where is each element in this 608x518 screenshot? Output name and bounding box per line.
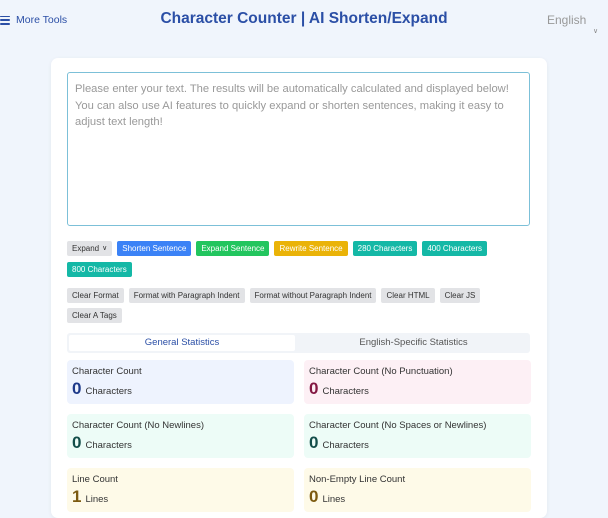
stat-unit: Characters <box>85 386 132 397</box>
ai-button-row: Expand ∨ Shorten Sentence Expand Sentenc… <box>67 241 488 256</box>
main-card: Expand ∨ Shorten Sentence Expand Sentenc… <box>51 58 547 518</box>
stat-label: Character Count <box>72 366 142 377</box>
stat-value: 0 <box>309 379 319 398</box>
statistics-tabs: General Statistics English-Specific Stat… <box>67 333 530 353</box>
stat-character-count: Character Count 0 Characters <box>67 360 294 404</box>
expand-sentence-button[interactable]: Expand Sentence <box>196 241 270 256</box>
stat-character-count-no-newlines: Character Count (No Newlines) 0 Character… <box>67 414 294 458</box>
stat-value: 1 <box>72 487 82 506</box>
rewrite-sentence-button[interactable]: Rewrite Sentence <box>274 241 348 256</box>
stat-value: 0 <box>72 433 82 452</box>
clear-js-button[interactable]: Clear JS <box>439 288 481 303</box>
chevron-down-icon: ∨ <box>102 245 108 252</box>
400-characters-button[interactable]: 400 Characters <box>422 241 488 256</box>
clear-html-button[interactable]: Clear HTML <box>381 288 435 303</box>
stat-non-empty-line-count: Non-Empty Line Count 0 Lines <box>304 468 531 512</box>
ai-button-row-2: 800 Characters <box>67 262 132 277</box>
stat-character-count-no-spaces: Character Count (No Spaces or Newlines) … <box>304 414 531 458</box>
ai-mode-select[interactable]: Expand ∨ <box>67 241 113 256</box>
top-bar: More Tools Character Counter | AI Shorte… <box>0 0 608 42</box>
stat-character-count-no-punctuation: Character Count (No Punctuation) 0 Charac… <box>304 360 531 404</box>
stat-unit: Characters <box>322 386 369 397</box>
280-characters-button[interactable]: 280 Characters <box>352 241 418 256</box>
format-indent-button[interactable]: Format with Paragraph Indent <box>128 288 245 303</box>
tab-general-statistics[interactable]: General Statistics <box>69 335 295 351</box>
page-title: Character Counter | AI Shorten/Expand <box>160 10 448 27</box>
format-button-row: Clear Format Format with Paragraph Inden… <box>67 288 481 303</box>
stat-label: Line Count <box>72 474 118 485</box>
stat-unit: Lines <box>322 494 346 505</box>
clear-format-button[interactable]: Clear Format <box>67 288 124 303</box>
stat-label: Non-Empty Line Count <box>309 474 406 485</box>
ai-mode-label: Expand <box>72 244 100 253</box>
stat-value: 0 <box>309 433 319 452</box>
stat-line-count: Line Count 1 Lines <box>67 468 294 512</box>
stat-unit: Characters <box>85 440 132 451</box>
stat-unit: Characters <box>322 440 369 451</box>
stat-label: Character Count (No Newlines) <box>72 420 204 431</box>
stat-label: Character Count (No Punctuation) <box>309 366 453 377</box>
stat-value: 0 <box>72 379 82 398</box>
800-characters-button[interactable]: 800 Characters <box>67 262 132 277</box>
chevron-down-icon[interactable]: ∨ <box>593 27 598 35</box>
format-no-indent-button[interactable]: Format without Paragraph Indent <box>249 288 377 303</box>
stat-label: Character Count (No Spaces or Newlines) <box>309 420 487 431</box>
clear-a-tags-button[interactable]: Clear A Tags <box>67 308 122 323</box>
format-button-row-2: Clear A Tags <box>67 308 122 323</box>
stat-unit: Lines <box>85 494 109 505</box>
language-selector[interactable]: English <box>547 13 586 27</box>
shorten-sentence-button[interactable]: Shorten Sentence <box>117 241 192 256</box>
text-input[interactable] <box>67 72 530 226</box>
tab-english-statistics[interactable]: English-Specific Statistics <box>299 335 528 351</box>
stat-value: 0 <box>309 487 319 506</box>
